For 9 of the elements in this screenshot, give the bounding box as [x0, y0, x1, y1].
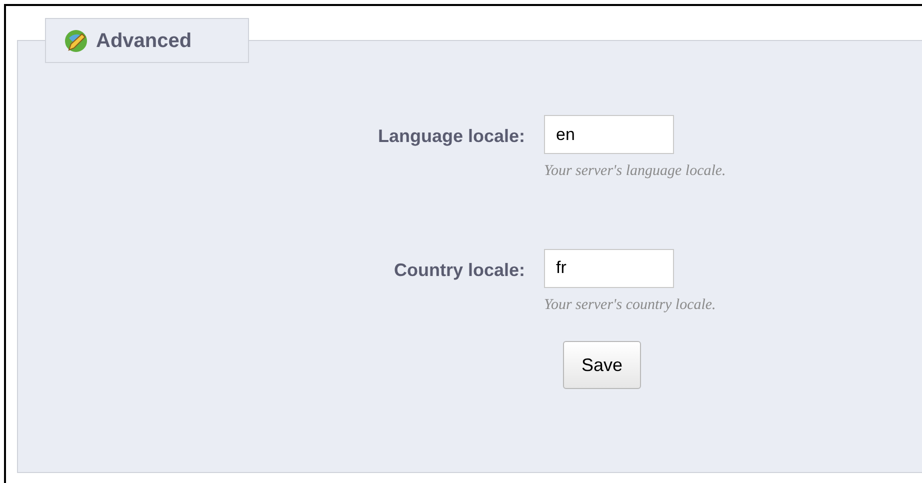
field-label: Language locale:	[378, 125, 525, 148]
field-hint: Your server's language locale.	[544, 162, 726, 181]
input-field[interactable]: fr	[544, 248, 674, 288]
save-button[interactable]: Save	[563, 341, 641, 389]
panel-title: Advanced	[96, 28, 192, 54]
globe-pencil-icon	[64, 28, 88, 52]
input-field[interactable]: en	[544, 115, 674, 154]
field-label: Country locale:	[394, 258, 525, 282]
field-hint: Your server's country locale.	[544, 296, 716, 314]
